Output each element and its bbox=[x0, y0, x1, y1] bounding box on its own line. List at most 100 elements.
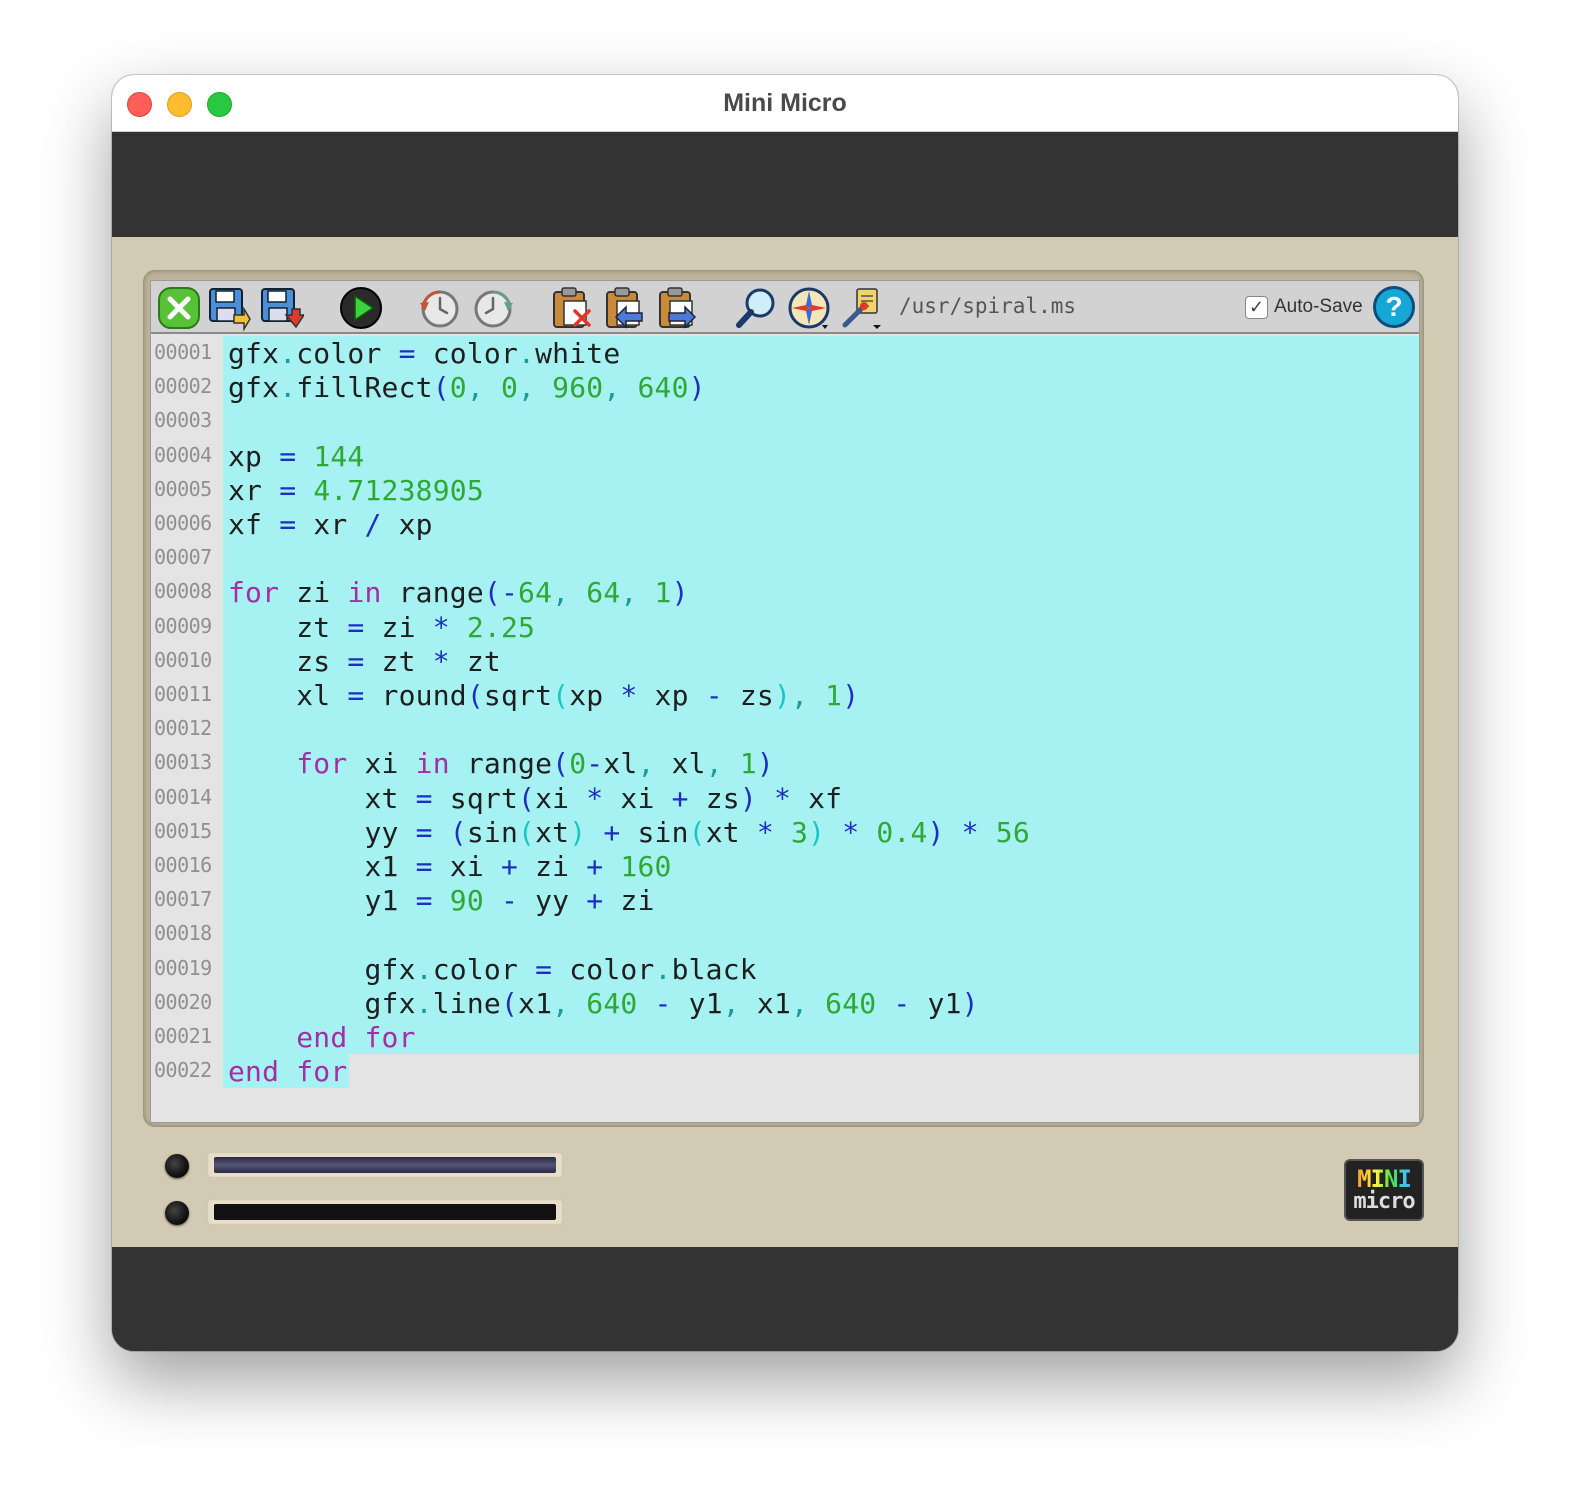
code-text: for zi in range(-64, 64, 1) bbox=[228, 576, 689, 610]
find-icon[interactable] bbox=[733, 285, 779, 331]
code-line[interactable]: 00014 xt = sqrt(xi * xi + zs) * xf bbox=[151, 780, 1419, 815]
line-number: 00003 bbox=[154, 408, 212, 433]
undo-icon[interactable] bbox=[417, 285, 463, 331]
code-text: zs = zt * zt bbox=[296, 644, 501, 678]
line-number: 00002 bbox=[154, 374, 212, 399]
line-number: 00022 bbox=[154, 1058, 212, 1083]
logo-micro-text: micro bbox=[1353, 1189, 1415, 1214]
cut-icon[interactable] bbox=[549, 285, 595, 331]
window-title: Mini Micro bbox=[723, 89, 847, 117]
redo-icon[interactable] bbox=[470, 285, 516, 331]
code-line[interactable]: 00012 bbox=[151, 712, 1419, 747]
code-line[interactable]: 00022 end for bbox=[151, 1054, 1419, 1089]
code-text: xr = 4.71238905 bbox=[228, 473, 484, 507]
line-number: 00019 bbox=[154, 955, 212, 980]
selection-highlight bbox=[223, 541, 1419, 576]
code-text: xp = 144 bbox=[228, 439, 365, 473]
code-line[interactable]: 00010 zs = zt * zt bbox=[151, 643, 1419, 678]
code-line[interactable]: 00013 for xi in range(0-xl, xl, 1) bbox=[151, 746, 1419, 781]
run-icon[interactable] bbox=[338, 285, 384, 331]
code-text: zt = zi * 2.25 bbox=[296, 610, 536, 644]
line-number: 00006 bbox=[154, 511, 212, 535]
help-button[interactable]: ? bbox=[1373, 286, 1415, 328]
disk-slot-2[interactable] bbox=[207, 1199, 563, 1225]
line-number: 00014 bbox=[154, 784, 212, 809]
line-number: 00018 bbox=[154, 921, 212, 946]
line-number: 00009 bbox=[154, 613, 212, 638]
line-number: 00008 bbox=[154, 579, 212, 604]
code-text: end for bbox=[296, 1021, 416, 1054]
code-text: gfx.fillRect(0, 0, 960, 640) bbox=[228, 371, 706, 405]
auto-save-toggle[interactable]: ✓ Auto-Save bbox=[1245, 294, 1363, 320]
paste-icon[interactable] bbox=[655, 285, 701, 331]
line-number: 00017 bbox=[154, 887, 212, 912]
selection-highlight bbox=[223, 404, 1419, 439]
line-number: 00021 bbox=[154, 1024, 212, 1048]
line-number: 00004 bbox=[154, 442, 212, 467]
code-line[interactable]: 00005 xr = 4.71238905 bbox=[151, 472, 1419, 507]
editor-screen: /usr/spiral.ms ✓ Auto-Save ? 00001 gfx.co… bbox=[150, 280, 1420, 1123]
code-line[interactable]: 00001 gfx.color = color.white bbox=[151, 336, 1419, 371]
code-text: for xi in range(0-xl, xl, 1) bbox=[296, 747, 774, 781]
save-as-icon[interactable] bbox=[258, 285, 304, 331]
code-text: gfx.line(x1, 640 - y1, x1, 640 - y1) bbox=[364, 986, 979, 1020]
mini-micro-logo: MINI micro bbox=[1344, 1159, 1424, 1221]
title-bar: Mini Micro bbox=[112, 75, 1458, 132]
selection-highlight bbox=[223, 712, 1419, 747]
selection-highlight bbox=[223, 917, 1419, 952]
computer-bezel: /usr/spiral.ms ✓ Auto-Save ? 00001 gfx.co… bbox=[112, 237, 1458, 1247]
code-line[interactable]: 00018 bbox=[151, 917, 1419, 952]
disk-slot-1-opening bbox=[214, 1157, 556, 1173]
code-text: xf = xr / xp bbox=[228, 508, 433, 541]
close-editor-icon[interactable] bbox=[156, 285, 202, 331]
line-number: 00001 bbox=[154, 340, 212, 364]
disk-slot-1[interactable] bbox=[207, 1152, 563, 1178]
selection-highlight bbox=[223, 438, 1419, 473]
code-tools-icon[interactable] bbox=[839, 285, 885, 331]
code-line[interactable]: 00002 gfx.fillRect(0, 0, 960, 640) bbox=[151, 370, 1419, 405]
line-number: 00015 bbox=[154, 818, 212, 843]
line-number: 00010 bbox=[154, 647, 212, 672]
code-line[interactable]: 00004 xp = 144 bbox=[151, 438, 1419, 473]
line-number: 00012 bbox=[154, 716, 212, 741]
code-text: x1 = xi + zi + 160 bbox=[364, 850, 672, 883]
code-line[interactable]: 00016 x1 = xi + zi + 160 bbox=[151, 849, 1419, 884]
code-text: gfx.color = color.white bbox=[228, 337, 621, 370]
power-led bbox=[165, 1154, 189, 1178]
code-line[interactable]: 00007 bbox=[151, 541, 1419, 576]
line-number: 00013 bbox=[154, 750, 212, 775]
copy-icon[interactable] bbox=[602, 285, 648, 331]
app-window: Mini Micro /usr/spiral.ms ✓ Auto-Save ? … bbox=[112, 75, 1458, 1351]
line-number: 00005 bbox=[154, 476, 212, 501]
code-text: yy = (sin(xt) + sin(xt * 3) * 0.4) * 56 bbox=[364, 815, 1030, 849]
code-line[interactable]: 00008 for zi in range(-64, 64, 1) bbox=[151, 575, 1419, 610]
code-line[interactable]: 00021 end for bbox=[151, 1020, 1419, 1055]
activity-led bbox=[165, 1201, 189, 1225]
save-icon[interactable] bbox=[206, 285, 252, 331]
logo-mini-text: MINI bbox=[1346, 1167, 1422, 1191]
auto-save-label: Auto-Save bbox=[1274, 296, 1363, 317]
code-line[interactable]: 00015 yy = (sin(xt) + sin(xt * 3) * 0.4)… bbox=[151, 814, 1419, 849]
top-display-band bbox=[112, 132, 1458, 237]
code-line[interactable]: 00009 zt = zi * 2.25 bbox=[151, 609, 1419, 644]
code-line[interactable]: 00017 y1 = 90 - yy + zi bbox=[151, 883, 1419, 918]
line-number: 00020 bbox=[154, 989, 212, 1014]
file-path: /usr/spiral.ms bbox=[899, 294, 1077, 318]
code-line[interactable]: 00011 xl = round(sqrt(xp * xp - zs), 1) bbox=[151, 678, 1419, 713]
code-editor[interactable]: 00001 gfx.color = color.white 00002 gfx.fil… bbox=[151, 336, 1419, 1122]
line-number: 00016 bbox=[154, 853, 212, 877]
auto-save-checkbox[interactable]: ✓ bbox=[1245, 295, 1268, 319]
code-line[interactable]: 00019 gfx.color = color.black bbox=[151, 951, 1419, 986]
navigate-icon[interactable] bbox=[786, 285, 832, 331]
disk-slot-2-opening bbox=[214, 1204, 556, 1220]
code-line[interactable]: 00006 xf = xr / xp bbox=[151, 507, 1419, 542]
code-text: xt = sqrt(xi * xi + zs) * xf bbox=[364, 781, 843, 815]
code-text: y1 = 90 - yy + zi bbox=[364, 884, 655, 918]
code-text: xl = round(sqrt(xp * xp - zs), 1) bbox=[296, 679, 860, 712]
line-number: 00007 bbox=[154, 545, 212, 570]
code-line[interactable]: 00020 gfx.line(x1, 640 - y1, x1, 640 - y… bbox=[151, 985, 1419, 1020]
line-number: 00011 bbox=[154, 682, 212, 706]
code-line[interactable]: 00003 bbox=[151, 404, 1419, 439]
code-text: gfx.color = color.black bbox=[364, 952, 757, 986]
bottom-display-band bbox=[112, 1247, 1458, 1351]
